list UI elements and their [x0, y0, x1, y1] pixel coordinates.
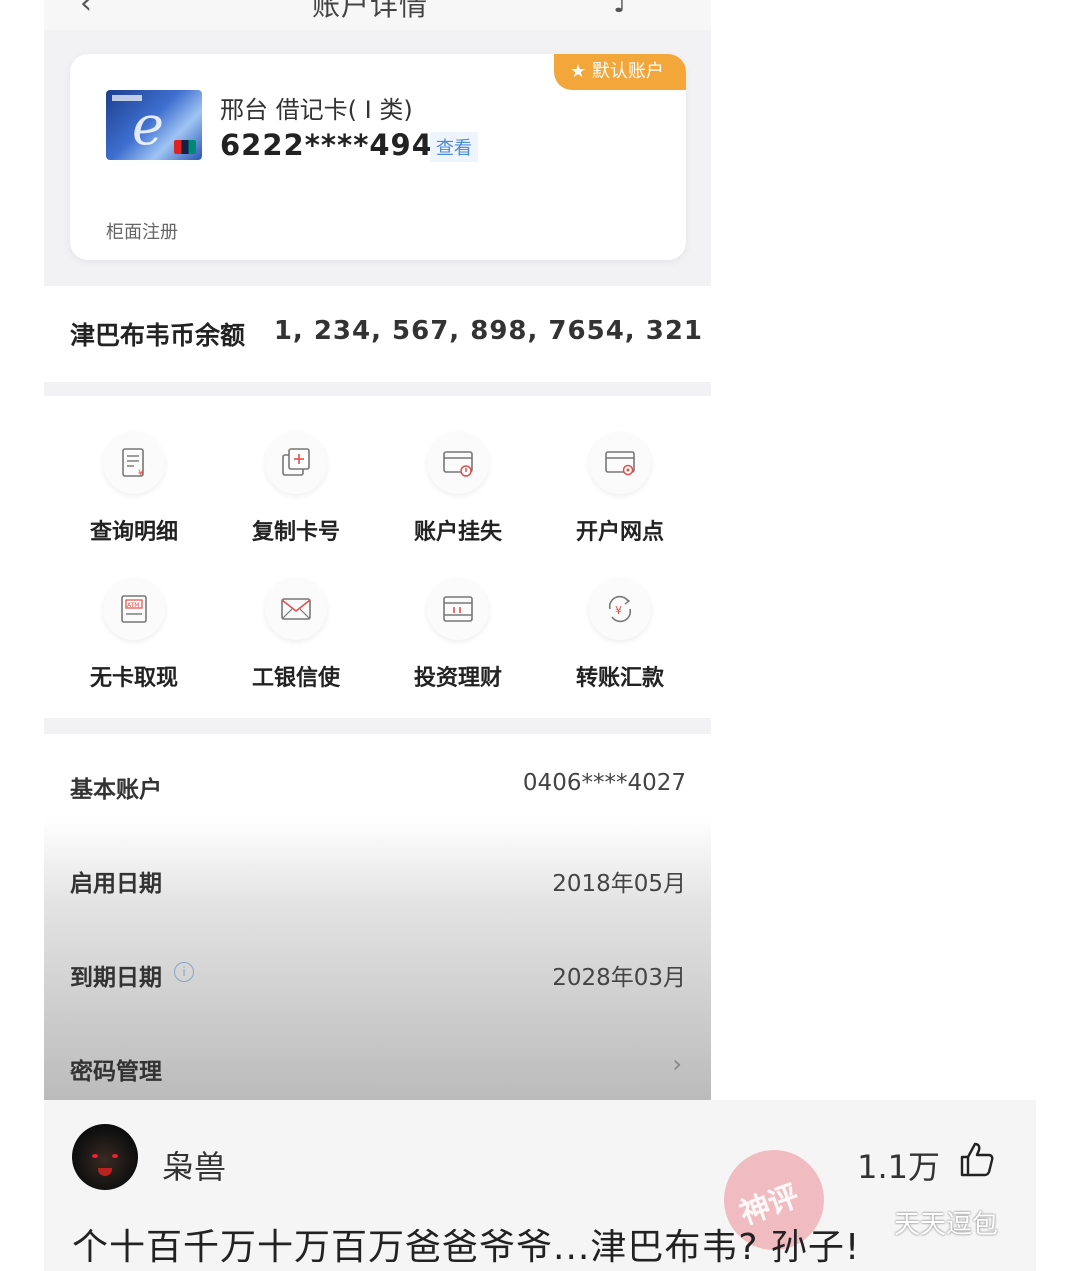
chevron-left-icon[interactable]: ‹ — [80, 0, 92, 21]
copy-card-icon — [282, 448, 310, 476]
expire-date-label: 到期日期 — [70, 965, 162, 991]
view-card-button[interactable]: 查看 — [430, 132, 478, 162]
mail-icon — [281, 598, 311, 620]
svg-text:ATM: ATM — [127, 602, 139, 609]
expire-date-row: 到期日期 i 2028年03月 — [70, 942, 686, 1002]
comment-username[interactable]: 枭兽 — [162, 1142, 226, 1188]
start-date-row: 启用日期 2018年05月 — [70, 848, 686, 908]
comment-card: 枭兽 神评 1.1万 个十百千万十万百万爸爸爷爷...津巴布韦? 孙子! 天天逗… — [44, 1100, 1036, 1271]
basic-account-value: 0406****4027 — [522, 770, 686, 796]
page-title: 账户详情 — [312, 0, 429, 22]
chevron-right-icon: › — [672, 1050, 682, 1078]
transfer-icon: ¥ — [608, 595, 632, 623]
comment-text: 个十百千万十万百万爸爸爷爷...津巴布韦? 孙子! — [72, 1227, 861, 1268]
divider — [70, 1018, 686, 1019]
avatar[interactable] — [72, 1124, 138, 1190]
password-label: 密码管理 — [70, 1059, 162, 1085]
report-loss-icon — [443, 451, 473, 477]
info-icon[interactable]: i — [174, 962, 194, 982]
expire-date-value: 2028年03月 — [552, 965, 686, 991]
card-number: 6222****4942 — [220, 128, 455, 162]
svg-text:¥: ¥ — [138, 469, 144, 479]
bank-app-screenshot: ‹ 账户详情 ♪ e 邢台 借记卡( Ⅰ 类) 6222****4942 查看 … — [44, 0, 711, 1100]
basic-account-label: 基本账户 — [70, 777, 162, 803]
function-copy-card[interactable]: 复制卡号 — [216, 396, 376, 545]
basic-account-row: 基本账户 0406****4027 — [70, 754, 686, 814]
atm-icon: ATM — [121, 595, 147, 623]
function-label: 工银信使 — [251, 666, 340, 691]
function-grid: ¥ 查询明细 复制卡号 账户挂失 开户网点 ATM 无卡取现 工银信使 投资理财… — [44, 396, 711, 718]
balance-row: 津巴布韦币余额 1, 234, 567, 898, 7654, 321 — [44, 286, 711, 382]
start-date-value: 2018年05月 — [552, 871, 686, 897]
svg-text:¥: ¥ — [615, 604, 622, 617]
thumbs-up-icon[interactable] — [956, 1140, 996, 1180]
password-row[interactable]: 密码管理 › — [70, 1036, 686, 1096]
like-count: 1.1万 — [857, 1148, 940, 1186]
branch-location-icon — [605, 451, 635, 476]
registration-type: 柜面注册 — [106, 222, 178, 243]
function-label: 无卡取现 — [89, 666, 178, 691]
function-report-loss[interactable]: 账户挂失 — [378, 396, 538, 545]
function-query-detail[interactable]: ¥ 查询明细 — [54, 396, 214, 545]
function-transfer[interactable]: ¥ 转账汇款 — [540, 542, 700, 691]
default-account-badge: ★ 默认账户 — [554, 54, 686, 90]
balance-label: 津巴布韦币余额 — [70, 321, 246, 350]
headset-icon[interactable]: ♪ — [613, 0, 631, 19]
card-bank-name: 邢台 借记卡( Ⅰ 类) — [220, 96, 413, 124]
investment-icon — [443, 596, 473, 622]
account-details: 基本账户 0406****4027 启用日期 2018年05月 到期日期 i 2… — [44, 734, 711, 1100]
balance-value: 1, 234, 567, 898, 7654, 321 — [273, 316, 703, 346]
nav-bar: ‹ 账户详情 ♪ — [44, 0, 711, 30]
unionpay-logo — [174, 140, 196, 154]
start-date-label: 启用日期 — [70, 871, 162, 897]
function-label: 转账汇款 — [575, 666, 664, 691]
function-investment[interactable]: 投资理财 — [378, 542, 538, 691]
function-branch[interactable]: 开户网点 — [540, 396, 700, 545]
bank-card[interactable]: e 邢台 借记卡( Ⅰ 类) 6222****4942 查看 柜面注册 ★ 默认… — [70, 54, 686, 260]
card-image: e — [106, 90, 202, 160]
watermark: 天天逗包 — [894, 1210, 999, 1240]
function-cardless-cash[interactable]: ATM 无卡取现 — [54, 542, 214, 691]
function-messenger[interactable]: 工银信使 — [216, 542, 376, 691]
function-label: 投资理财 — [413, 666, 502, 691]
query-detail-icon: ¥ — [122, 448, 144, 479]
